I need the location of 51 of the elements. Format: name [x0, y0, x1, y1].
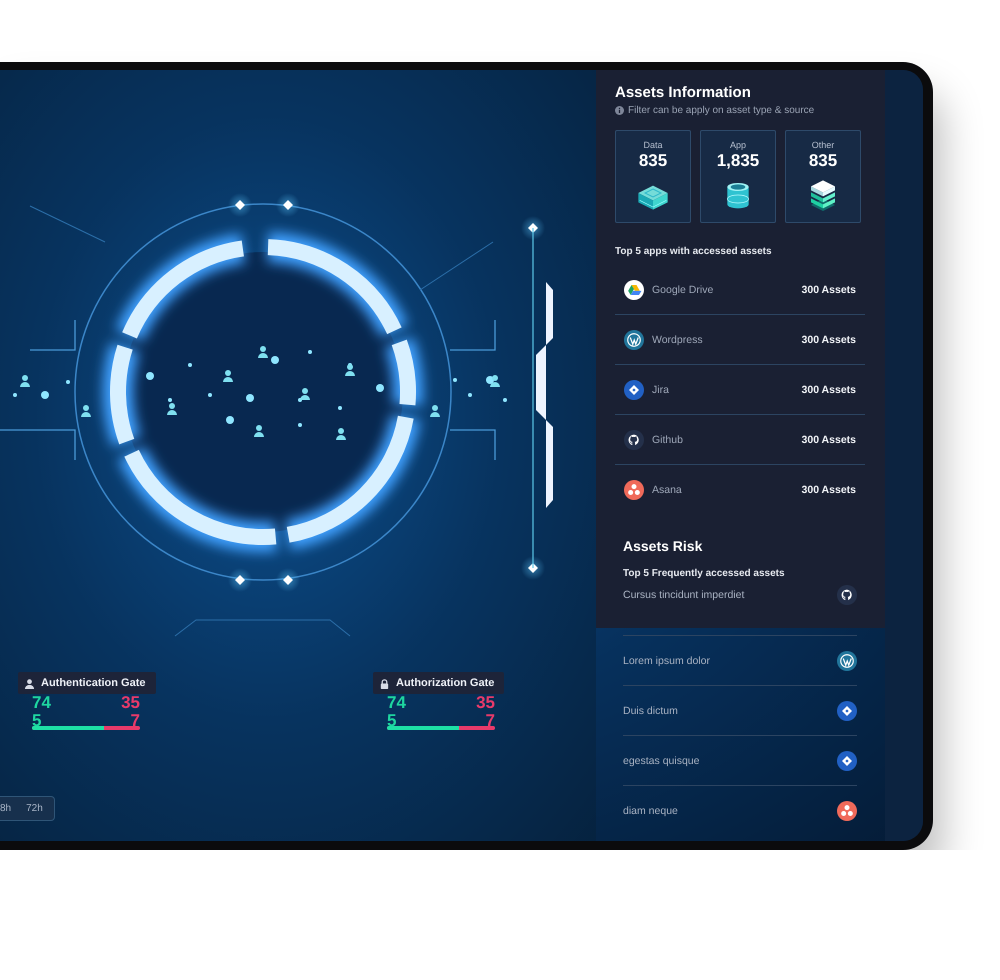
three-dots-icon: [837, 800, 857, 820]
asset-card[interactable]: App 1,835: [700, 130, 776, 223]
panel-title: Assets Information: [615, 84, 752, 101]
time-range-option[interactable]: 8h: [0, 801, 16, 816]
card-label: App: [730, 140, 746, 150]
section-title: Assets Risk: [623, 538, 704, 554]
asset-name: Cursus tincidunt imperdiet: [623, 589, 744, 601]
wordpress-icon: [624, 330, 644, 350]
blocked-count: 7: [130, 712, 140, 730]
asset-name: diam neque: [623, 804, 678, 816]
asset-card[interactable]: Other 835: [785, 130, 861, 223]
github-icon: [624, 430, 644, 450]
gate-title: Authentication Gate: [41, 677, 146, 689]
three-dots-icon: [624, 480, 644, 500]
app-name: Jira: [652, 384, 670, 396]
asset-name: Lorem ipsum dolor: [623, 654, 710, 666]
allowed-count: 74: [387, 694, 406, 712]
card-label: Data: [643, 140, 662, 150]
app-name: Google Drive: [652, 284, 714, 296]
google-drive-icon: [624, 280, 644, 300]
card-value: 835: [808, 151, 838, 171]
allowed-count: 74: [32, 694, 51, 712]
gate-title: Authorization Gate: [396, 677, 494, 689]
asset-card[interactable]: Data 835: [615, 130, 691, 223]
blocked-count: 35: [476, 694, 495, 712]
asset-count: 300 Assets: [802, 434, 856, 446]
card-value: 835: [638, 151, 668, 171]
app-name: Asana: [652, 484, 683, 496]
info-icon: [615, 106, 624, 115]
blocked-count: 35: [121, 694, 140, 712]
allowed-count: 5: [32, 712, 42, 730]
hint-text: Filter can be apply on asset type & source: [628, 105, 814, 116]
github-icon: [837, 585, 857, 605]
asset-name: Duis dictum: [623, 704, 678, 716]
asset-count: 300 Assets: [802, 284, 856, 296]
lock-icon: [379, 678, 390, 688]
wordpress-icon: [837, 650, 857, 670]
time-range-option[interactable]: 72h: [18, 801, 48, 816]
asset-count: 300 Assets: [802, 384, 856, 396]
asset-count: 300 Assets: [802, 334, 856, 346]
section-heading: Top 5 apps with accessed assets: [615, 246, 773, 257]
card-value: 1,835: [716, 151, 760, 171]
asset-count: 300 Assets: [802, 484, 856, 496]
allowed-count: 5: [387, 712, 398, 730]
card-label: Other: [812, 140, 834, 150]
app-name: Wordpress: [652, 334, 704, 346]
person-icon: [24, 678, 35, 688]
app-name: Github: [652, 434, 684, 446]
asset-name: egestas quisque: [623, 754, 700, 766]
blocked-count: 7: [486, 712, 495, 730]
section-heading: Top 5 Frequently accessed assets: [623, 568, 786, 579]
